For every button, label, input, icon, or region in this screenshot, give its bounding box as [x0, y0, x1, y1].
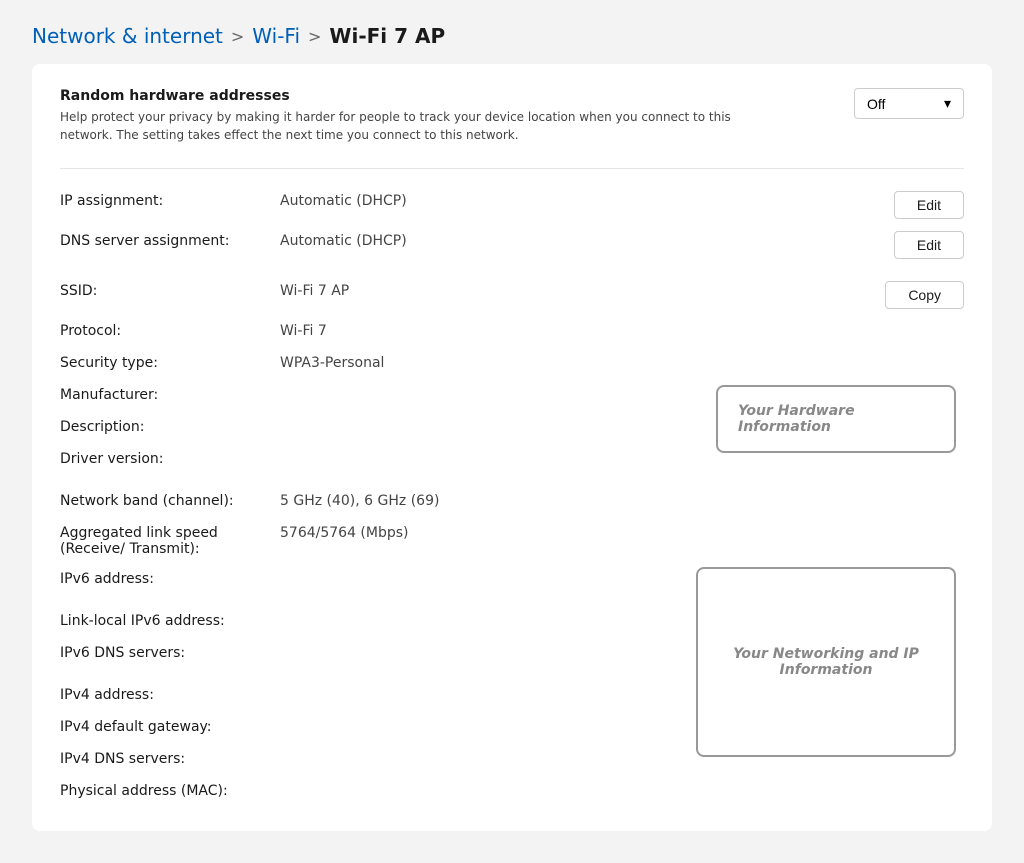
ip-assignment-value: Automatic (DHCP): [280, 191, 864, 209]
hardware-addresses-dropdown-value: Off: [867, 96, 885, 112]
link-local-ipv6-label: Link-local IPv6 address:: [60, 611, 280, 629]
network-info-box: Your Networking and IP Information: [696, 567, 956, 757]
driver-version-row: Driver version:: [60, 443, 716, 475]
hardware-addresses-section: Random hardware addresses Help protect y…: [60, 88, 964, 144]
ip-assignment-label: IP assignment:: [60, 191, 280, 209]
ipv4-gateway-row: IPv4 default gateway:: [60, 711, 696, 743]
settings-card: Random hardware addresses Help protect y…: [32, 64, 992, 831]
ssid-action: Copy: [864, 281, 964, 309]
ip-assignment-row: IP assignment: Automatic (DHCP) Edit: [60, 185, 964, 225]
dns-assignment-row: DNS server assignment: Automatic (DHCP) …: [60, 225, 964, 265]
network-band-label: Network band (channel):: [60, 491, 280, 509]
dns-assignment-edit-button[interactable]: Edit: [894, 231, 964, 259]
protocol-row: Protocol: Wi-Fi 7: [60, 315, 964, 347]
ipv6-address-label: IPv6 address:: [60, 569, 280, 587]
link-local-ipv6-value: [280, 611, 696, 613]
hardware-labels-col: Manufacturer: Description: Driver versio…: [60, 379, 716, 475]
physical-address-value: [280, 781, 696, 783]
hardware-info-box-col: Your Hardware Information: [716, 379, 964, 453]
ipv4-address-value: [280, 685, 696, 687]
protocol-value: Wi-Fi 7: [280, 321, 864, 339]
aggregated-link-row: Aggregated link speed (Receive/ Transmit…: [60, 517, 964, 563]
ip-info-group: IPv6 address: Link-local IPv6 address: I…: [60, 563, 964, 807]
breadcrumb: Network & internet > Wi-Fi > Wi-Fi 7 AP: [0, 0, 1024, 64]
breadcrumb-network-internet[interactable]: Network & internet: [32, 24, 223, 48]
divider-1: [60, 168, 964, 169]
ipv4-address-label: IPv4 address:: [60, 685, 280, 703]
breadcrumb-sep-2: >: [308, 27, 321, 46]
hardware-addresses-description: Help protect your privacy by making it h…: [60, 108, 740, 144]
ssid-row: SSID: Wi-Fi 7 AP Copy: [60, 275, 964, 315]
ipv6-address-row: IPv6 address:: [60, 563, 696, 595]
aggregated-link-label: Aggregated link speed (Receive/ Transmit…: [60, 523, 280, 557]
ipv4-dns-value: [280, 749, 696, 751]
hardware-addresses-title: Random hardware addresses: [60, 88, 740, 104]
hardware-addresses-text: Random hardware addresses Help protect y…: [60, 88, 740, 144]
ipv6-dns-row: IPv6 DNS servers:: [60, 637, 696, 669]
hardware-addresses-dropdown[interactable]: Off ▾: [854, 88, 964, 119]
dns-assignment-action: Edit: [864, 231, 964, 259]
physical-address-label: Physical address (MAC):: [60, 781, 280, 799]
ipv4-gateway-value: [280, 717, 696, 719]
ip-assignment-action: Edit: [864, 191, 964, 219]
dns-assignment-label: DNS server assignment:: [60, 231, 280, 249]
ipv6-dns-label: IPv6 DNS servers:: [60, 643, 280, 661]
network-band-row: Network band (channel): 5 GHz (40), 6 GH…: [60, 485, 964, 517]
hardware-info-group: Manufacturer: Description: Driver versio…: [60, 379, 964, 475]
copy-button[interactable]: Copy: [885, 281, 964, 309]
dropdown-arrow-icon: ▾: [944, 95, 951, 112]
breadcrumb-current: Wi-Fi 7 AP: [329, 24, 445, 48]
ipv4-gateway-label: IPv4 default gateway:: [60, 717, 280, 735]
driver-version-label: Driver version:: [60, 449, 280, 467]
security-type-value: WPA3-Personal: [280, 353, 864, 371]
breadcrumb-wifi[interactable]: Wi-Fi: [252, 24, 300, 48]
network-info-text: Your Networking and IP Information: [718, 646, 934, 678]
dns-assignment-value: Automatic (DHCP): [280, 231, 864, 249]
hardware-info-text: Your Hardware Information: [738, 403, 934, 435]
security-type-label: Security type:: [60, 353, 280, 371]
ssid-value: Wi-Fi 7 AP: [280, 281, 864, 299]
hardware-info-box: Your Hardware Information: [716, 385, 956, 453]
security-type-row: Security type: WPA3-Personal: [60, 347, 964, 379]
ipv4-dns-row: IPv4 DNS servers:: [60, 743, 696, 775]
driver-version-value: [280, 449, 716, 451]
ip-assignment-edit-button[interactable]: Edit: [894, 191, 964, 219]
network-band-value: 5 GHz (40), 6 GHz (69): [280, 491, 864, 509]
ipv6-address-value: [280, 569, 696, 571]
description-value: [280, 417, 716, 419]
network-info-box-col: Your Networking and IP Information: [696, 563, 964, 757]
ipv6-dns-value: [280, 643, 696, 645]
ssid-label: SSID:: [60, 281, 280, 299]
manufacturer-row: Manufacturer:: [60, 379, 716, 411]
link-local-ipv6-row: Link-local IPv6 address:: [60, 605, 696, 637]
description-label: Description:: [60, 417, 280, 435]
breadcrumb-sep-1: >: [231, 27, 244, 46]
manufacturer-value: [280, 385, 716, 387]
protocol-label: Protocol:: [60, 321, 280, 339]
physical-address-row: Physical address (MAC):: [60, 775, 696, 807]
description-row: Description:: [60, 411, 716, 443]
ip-labels-col: IPv6 address: Link-local IPv6 address: I…: [60, 563, 696, 807]
manufacturer-label: Manufacturer:: [60, 385, 280, 403]
ipv4-address-row: IPv4 address:: [60, 679, 696, 711]
aggregated-link-value: 5764/5764 (Mbps): [280, 523, 864, 541]
ipv4-dns-label: IPv4 DNS servers:: [60, 749, 280, 767]
